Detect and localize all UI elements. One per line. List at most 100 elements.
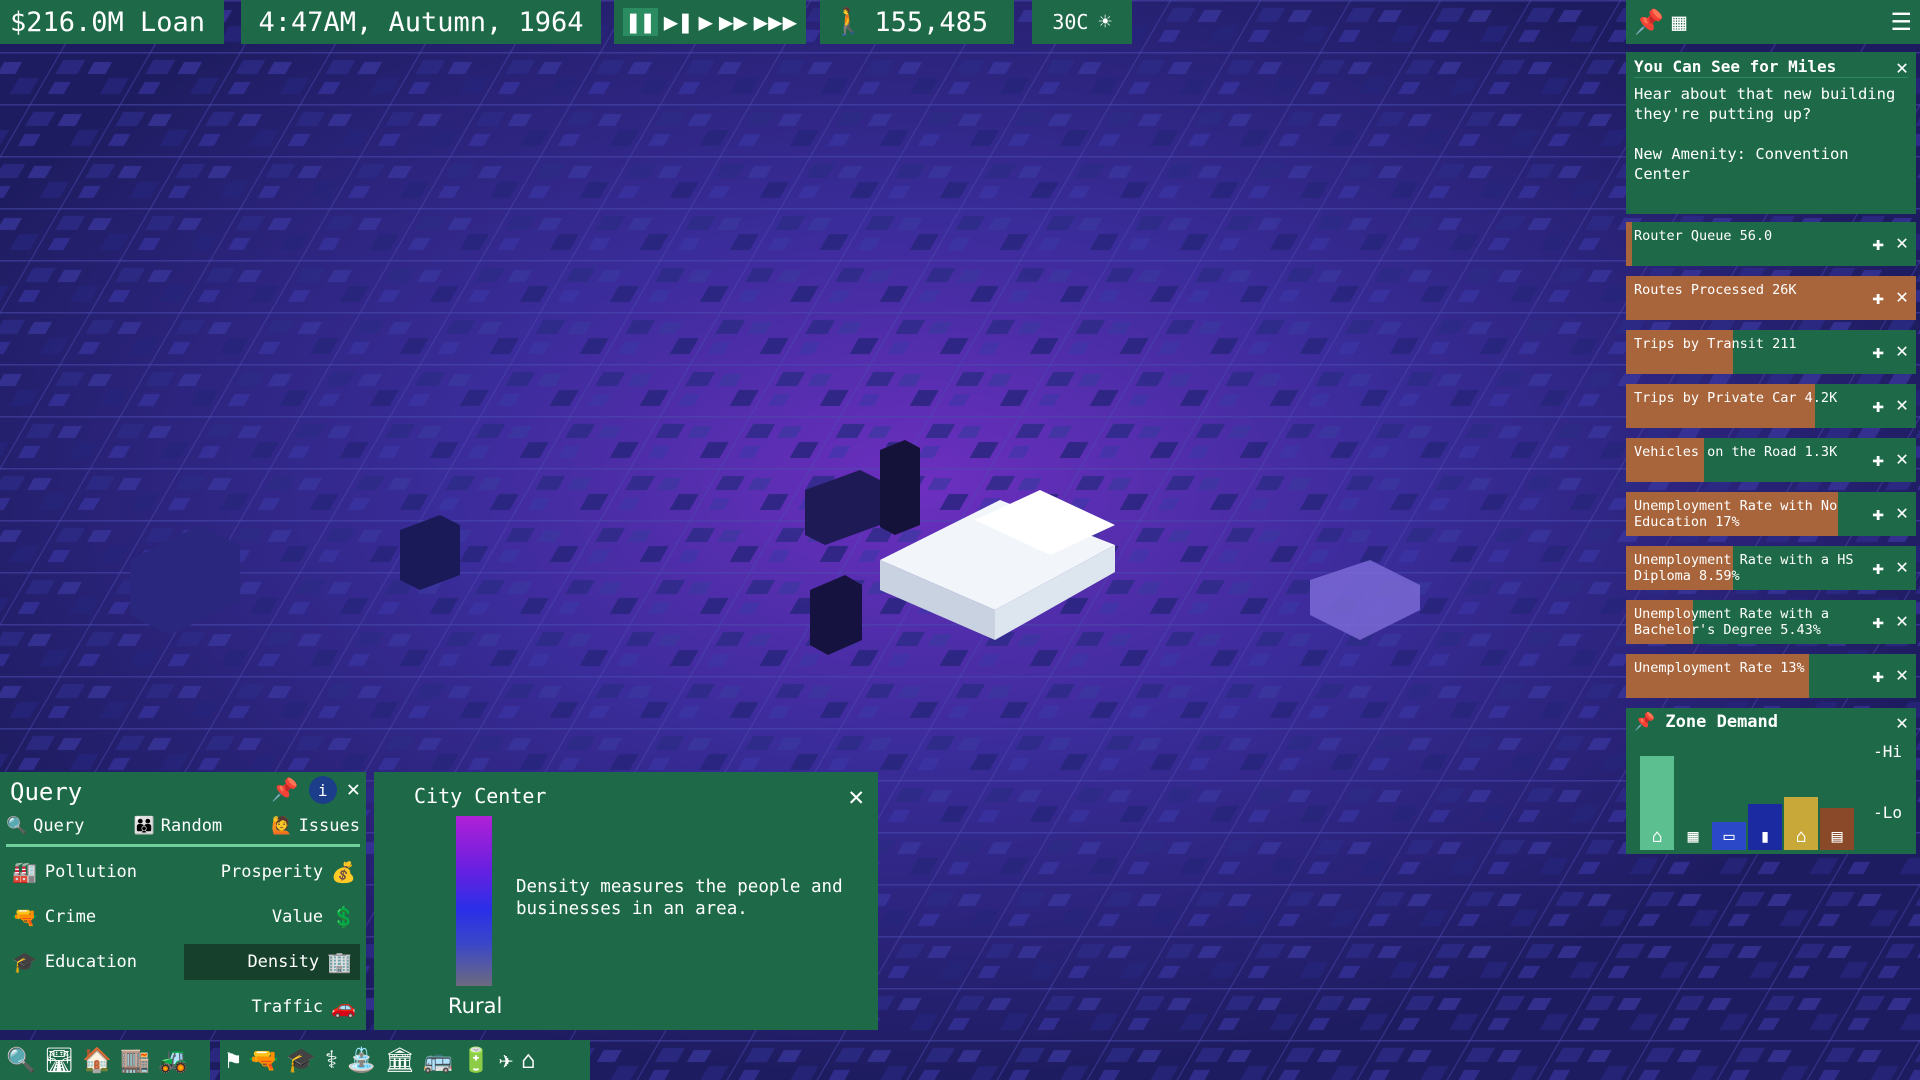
fast-button[interactable]: ▶▶ [719, 8, 748, 36]
pause-button[interactable]: ❚❚ [622, 8, 658, 36]
add-stat-icon[interactable]: ✚ [1872, 285, 1884, 309]
temperature-text: 30C [1052, 10, 1089, 34]
overlay-density[interactable]: Density 🏢 [184, 944, 360, 980]
news-title: You Can See for Miles [1634, 57, 1837, 76]
close-news-button[interactable]: ✕ [1896, 57, 1908, 77]
legend-top-label: City Center [414, 784, 547, 808]
zone-demand-panel: 📌 Zone Demand ✕ -Hi -Lo ⌂ ▦ ▭ ▮ ⌂ ▤ [1626, 708, 1916, 854]
grid-icon[interactable]: ▦ [1672, 8, 1686, 36]
transit-icon[interactable]: 🚌 [423, 1046, 453, 1074]
add-stat-icon[interactable]: ✚ [1872, 555, 1884, 579]
close-stat-icon[interactable]: ✕ [1896, 608, 1908, 632]
close-stat-icon[interactable]: ✕ [1896, 554, 1908, 578]
step-button[interactable]: ▶❚ [664, 8, 693, 36]
add-stat-icon[interactable]: ✚ [1872, 339, 1884, 363]
stat-fill-bar [1626, 222, 1632, 266]
residential-demand: ⌂ [1640, 756, 1674, 850]
stat-row[interactable]: Unemployment Rate with a Bachelor's Degr… [1626, 600, 1916, 644]
barn-icon: ⌂ [1795, 825, 1807, 847]
query-tool-icon[interactable]: 🔍 [6, 1046, 36, 1074]
value-icon: 💲 [331, 905, 356, 929]
overlay-pollution[interactable]: 🏭 Pollution [12, 860, 137, 884]
query-mode-tabs: 🔍 Query 👪 Random 🙋 Issues [6, 816, 360, 836]
top-right-toolbar: 📌 ▦ ☰ [1626, 0, 1920, 44]
road-tool-icon[interactable]: 🛣 [44, 1046, 74, 1074]
loan-display[interactable]: $216.0M Loan [0, 0, 224, 44]
close-stat-icon[interactable]: ✕ [1896, 392, 1908, 416]
transport-icon[interactable]: ✈ [499, 1046, 513, 1074]
education-icon[interactable]: 🎓 [286, 1046, 316, 1074]
house-icon: ⌂ [1651, 825, 1663, 847]
population-count: 155,485 [874, 6, 989, 38]
overlay-value[interactable]: Value 💲 [272, 905, 356, 929]
pin-icon[interactable]: 📌 [1634, 712, 1655, 732]
stat-row[interactable]: Routes Processed 26K ✚ ✕ [1626, 276, 1916, 320]
add-stat-icon[interactable]: ✚ [1872, 609, 1884, 633]
density-legend-panel: City Center ✕ Rural Density measures the… [374, 772, 878, 1030]
add-stat-icon[interactable]: ✚ [1872, 663, 1884, 687]
stat-label: Unemployment Rate with a Bachelor's Degr… [1634, 606, 1830, 638]
add-stat-icon[interactable]: ✚ [1872, 393, 1884, 417]
streetlight-icon[interactable]: ⚑ [226, 1046, 240, 1074]
close-stat-icon[interactable]: ✕ [1896, 230, 1908, 254]
building-tool-icon[interactable]: 🏬 [120, 1046, 150, 1074]
close-legend-button[interactable]: ✕ [848, 784, 864, 810]
pin-icon[interactable]: 📌 [271, 778, 298, 803]
park-icon[interactable]: ⛲ [347, 1046, 377, 1074]
zone-tool-icon[interactable]: 🏠 [82, 1046, 112, 1074]
query-panel: Query 📌 i ✕ 🔍 Query 👪 Random 🙋 Issues 🏭 Poll… [0, 772, 366, 1030]
stat-row[interactable]: Unemployment Rate with a HS Diploma 8.59… [1626, 546, 1916, 590]
stat-row[interactable]: Router Queue 56.0 ✚ ✕ [1626, 222, 1916, 266]
date-time-display: 4:47AM, Autumn, 1964 [241, 0, 601, 44]
close-stat-icon[interactable]: ✕ [1896, 338, 1908, 362]
stat-row[interactable]: Vehicles on the Road 1.3K ✚ ✕ [1626, 438, 1916, 482]
info-icon[interactable]: i [308, 776, 337, 804]
close-stat-icon[interactable]: ✕ [1896, 284, 1908, 308]
add-stat-icon[interactable]: ✚ [1872, 447, 1884, 471]
health-icon[interactable]: ⚕ [324, 1046, 338, 1074]
complaint-icon: 🙋 [271, 816, 293, 836]
close-query-button[interactable]: ✕ [347, 779, 360, 801]
bottom-toolbar-main: 🔍 🛣 🏠 🏬 🚜 [0, 1040, 210, 1080]
close-stat-icon[interactable]: ✕ [1896, 662, 1908, 686]
close-zone-demand-button[interactable]: ✕ [1896, 712, 1908, 732]
stat-row[interactable]: Trips by Private Car 4.2K ✚ ✕ [1626, 384, 1916, 428]
weather-display[interactable]: 30C ☀ [1032, 0, 1132, 44]
news-body: Hear about that new building they're put… [1634, 85, 1896, 183]
add-stat-icon[interactable]: ✚ [1872, 231, 1884, 255]
query-mode-query[interactable]: 🔍 Query [6, 816, 84, 836]
pin-icon[interactable]: 📌 [1634, 8, 1664, 36]
bulldozer-tool-icon[interactable]: 🚜 [158, 1046, 188, 1074]
population-display[interactable]: 🚶 155,485 [820, 0, 1014, 44]
loan-text: $216.0M Loan [10, 6, 206, 38]
utility-icon[interactable]: 🔋 [461, 1046, 491, 1074]
building-icon: ▦ [1687, 825, 1699, 847]
fastest-button[interactable]: ▶▶▶ [754, 8, 797, 36]
stat-row[interactable]: Unemployment Rate 13% ✚ ✕ [1626, 654, 1916, 698]
close-stat-icon[interactable]: ✕ [1896, 446, 1908, 470]
stat-label: Unemployment Rate with No Education 17% [1634, 498, 1838, 530]
graduation-icon: 🎓 [12, 950, 37, 974]
query-separator [6, 844, 360, 847]
gun-icon: 🔫 [12, 905, 37, 929]
skyscraper-icon: 🏢 [327, 950, 352, 974]
overlay-education[interactable]: 🎓 Education [12, 950, 137, 974]
overlay-prosperity[interactable]: Prosperity 💰 [221, 860, 356, 884]
query-mode-issues[interactable]: 🙋 Issues [271, 816, 360, 836]
play-button[interactable]: ▶ [699, 8, 713, 36]
landmark-icon[interactable]: 🏛 [385, 1046, 415, 1074]
factory-icon: ▤ [1831, 825, 1843, 847]
query-mode-random[interactable]: 👪 Random [134, 816, 223, 836]
close-stat-icon[interactable]: ✕ [1896, 500, 1908, 524]
overlay-traffic[interactable]: Traffic 🚗 [251, 995, 356, 1019]
add-stat-icon[interactable]: ✚ [1872, 501, 1884, 525]
office-demand: ▮ [1748, 804, 1782, 850]
police-icon[interactable]: 🔫 [248, 1046, 278, 1074]
menu-icon[interactable]: ☰ [1890, 8, 1912, 36]
stat-row[interactable]: Unemployment Rate with No Education 17% ✚… [1626, 492, 1916, 536]
overlay-crime[interactable]: 🔫 Crime [12, 905, 96, 929]
retail-demand: ▭ [1712, 822, 1746, 850]
home-icon[interactable]: ⌂ [521, 1046, 535, 1074]
stat-row[interactable]: Trips by Transit 211 ✚ ✕ [1626, 330, 1916, 374]
stat-label: Unemployment Rate with a HS Diploma 8.59… [1634, 552, 1854, 584]
